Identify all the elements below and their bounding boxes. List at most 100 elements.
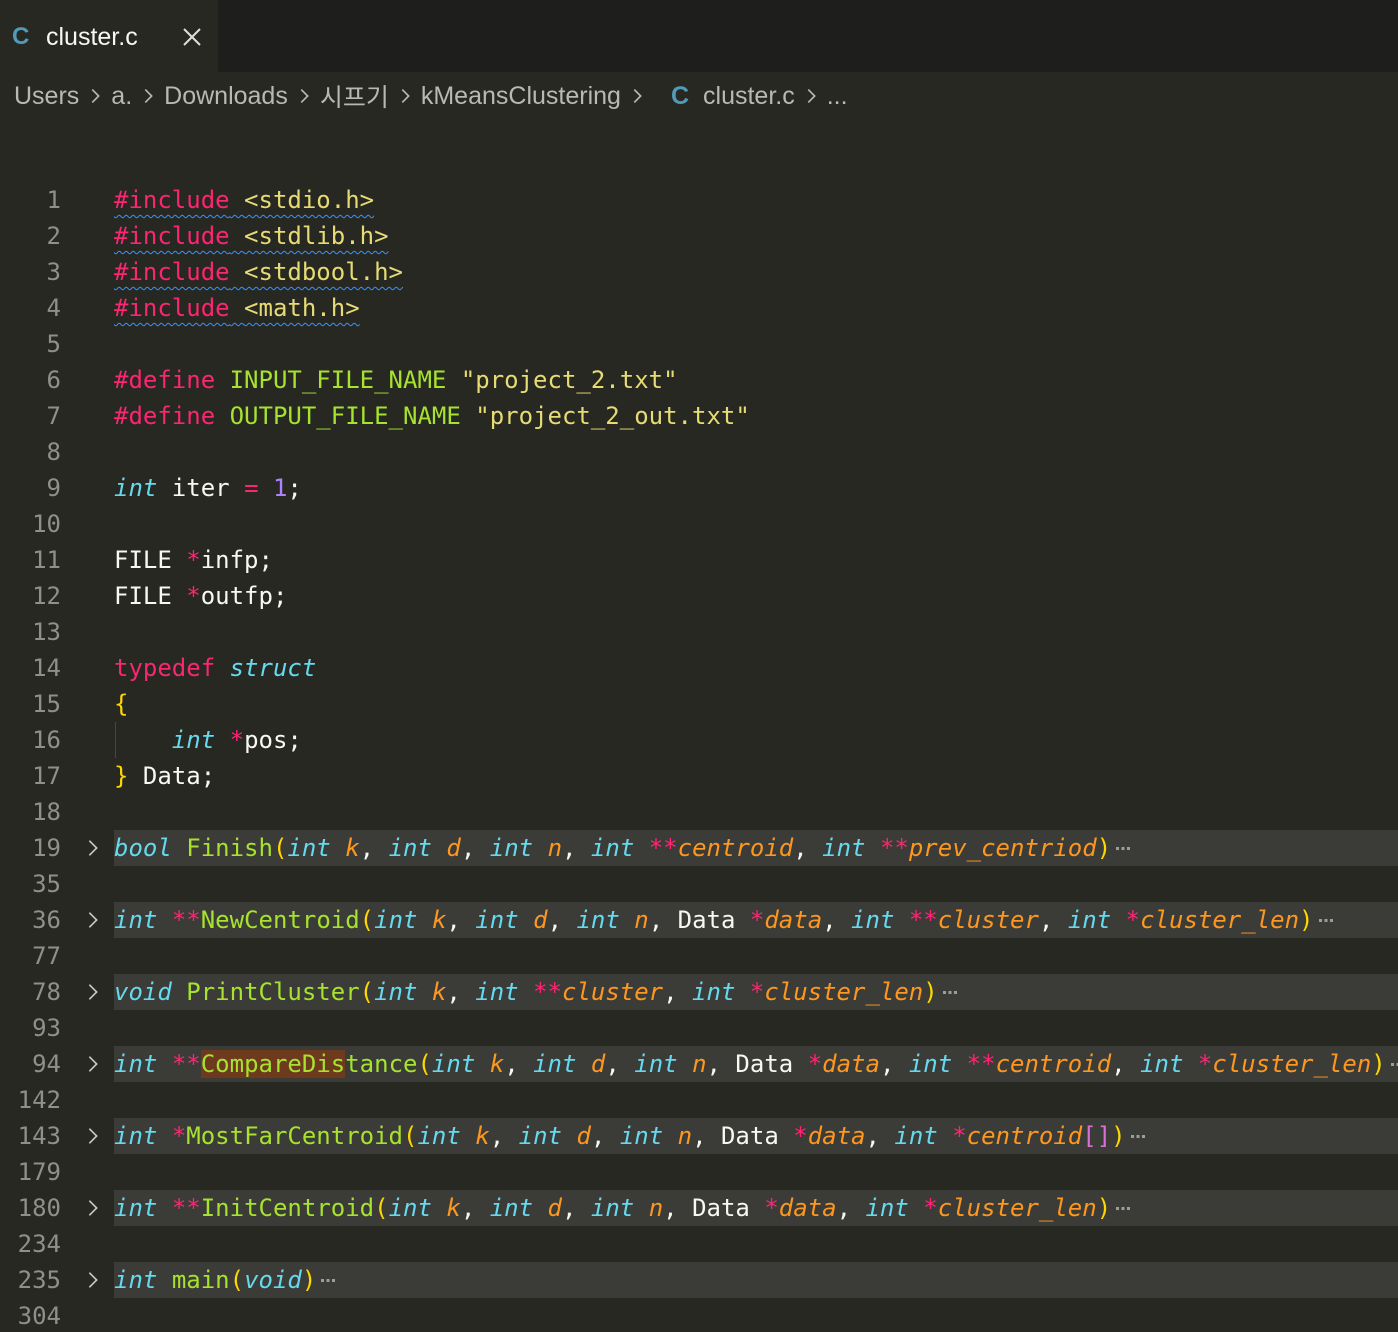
chevron-right-icon	[393, 85, 417, 107]
code-line[interactable]: 304	[0, 1298, 1398, 1332]
fold-chevron-icon[interactable]	[82, 1197, 104, 1219]
ellipsis-icon[interactable]	[1390, 1046, 1398, 1082]
code-text[interactable]	[114, 794, 1398, 830]
code-text[interactable]: #define OUTPUT_FILE_NAME "project_2_out.…	[114, 398, 1398, 434]
code-line[interactable]: 7 #define OUTPUT_FILE_NAME "project_2_out…	[0, 398, 1398, 434]
code-text[interactable]	[114, 1298, 1398, 1332]
code-line[interactable]: 10	[0, 506, 1398, 542]
line-number: 13	[32, 618, 61, 646]
code-text[interactable]: int iter = 1;	[114, 470, 1398, 506]
code-text[interactable]	[114, 506, 1398, 542]
folded-code-line[interactable]: 180 int **InitCentroid(int k, int d, int …	[0, 1190, 1398, 1226]
code-text[interactable]	[114, 1154, 1398, 1190]
chevron-right-icon	[292, 85, 316, 107]
code-line[interactable]: 1 #include <stdio.h>	[0, 182, 1398, 218]
line-number: 16	[32, 726, 61, 754]
code-line[interactable]: 18	[0, 794, 1398, 830]
code-text[interactable]	[114, 434, 1398, 470]
code-line[interactable]: 6 #define INPUT_FILE_NAME "project_2.txt"	[0, 362, 1398, 398]
code-text[interactable]: #include <stdlib.h>	[114, 218, 1398, 254]
breadcrumb-item-downloads[interactable]: Downloads	[164, 82, 288, 111]
code-text[interactable]: int *MostFarCentroid(int k, int d, int n…	[114, 1118, 1398, 1154]
line-number: 19	[32, 834, 61, 862]
code-text[interactable]: #define INPUT_FILE_NAME "project_2.txt"	[114, 362, 1398, 398]
line-number: 94	[32, 1050, 61, 1078]
breadcrumb-item-kmeansclustering[interactable]: kMeansClustering	[421, 82, 621, 111]
code-text[interactable]	[114, 1010, 1398, 1046]
breadcrumb-item-more[interactable]: ...	[827, 82, 848, 111]
code-line[interactable]: 16 int *pos;	[0, 722, 1398, 758]
ellipsis-icon[interactable]	[1130, 1118, 1146, 1154]
ellipsis-icon[interactable]	[942, 974, 958, 1010]
code-text[interactable]: #include <math.h>	[114, 290, 1398, 326]
line-number: 35	[32, 870, 61, 898]
breadcrumb-item-folder[interactable]: 시프기	[320, 78, 389, 114]
fold-chevron-icon[interactable]	[82, 909, 104, 931]
code-line[interactable]: 142	[0, 1082, 1398, 1118]
code-line[interactable]: 3 #include <stdbool.h>	[0, 254, 1398, 290]
folded-code-line[interactable]: 235 int main(void)	[0, 1262, 1398, 1298]
code-line[interactable]: 179	[0, 1154, 1398, 1190]
folded-code-line[interactable]: 36 int **NewCentroid(int k, int d, int n,…	[0, 902, 1398, 938]
ellipsis-icon[interactable]	[320, 1262, 336, 1298]
code-line[interactable]: 5	[0, 326, 1398, 362]
code-line[interactable]: 13	[0, 614, 1398, 650]
ellipsis-icon[interactable]	[1115, 830, 1131, 866]
code-line[interactable]: 11 FILE *infp;	[0, 542, 1398, 578]
fold-chevron-icon[interactable]	[82, 1125, 104, 1147]
code-text[interactable]: void PrintCluster(int k, int **cluster, …	[114, 974, 1398, 1010]
line-number: 14	[32, 654, 61, 682]
code-text[interactable]: typedef struct	[114, 650, 1398, 686]
code-text[interactable]	[114, 614, 1398, 650]
code-text[interactable]: int **CompareDistance(int k, int d, int …	[114, 1046, 1398, 1082]
fold-chevron-icon[interactable]	[82, 1053, 104, 1075]
code-text[interactable]: } Data;	[114, 758, 1398, 794]
code-text[interactable]: int main(void)	[114, 1262, 1398, 1298]
fold-chevron-icon[interactable]	[82, 981, 104, 1003]
folded-code-line[interactable]: 78 void PrintCluster(int k, int **cluster…	[0, 974, 1398, 1010]
code-line[interactable]: 4 #include <math.h>	[0, 290, 1398, 326]
code-text[interactable]: int *pos;	[114, 722, 1398, 758]
code-line[interactable]: 14 typedef struct	[0, 650, 1398, 686]
code-text[interactable]: #include <stdio.h>	[114, 182, 1398, 218]
code-line[interactable]: 77	[0, 938, 1398, 974]
code-line[interactable]: 9 int iter = 1;	[0, 470, 1398, 506]
code-line[interactable]: 93	[0, 1010, 1398, 1046]
code-text[interactable]: {	[114, 686, 1398, 722]
code-line[interactable]: 17} Data;	[0, 758, 1398, 794]
folded-code-line[interactable]: 19 bool Finish(int k, int d, int n, int *…	[0, 830, 1398, 866]
close-icon[interactable]	[179, 24, 205, 50]
breadcrumb-item-users[interactable]: Users	[14, 82, 79, 111]
code-line[interactable]: 35	[0, 866, 1398, 902]
fold-chevron-icon[interactable]	[82, 837, 104, 859]
tab-cluster-c[interactable]: C cluster.c	[0, 0, 218, 72]
code-editor[interactable]: 1 #include <stdio.h> 2 #include <stdlib.h> 3…	[0, 182, 1398, 1332]
code-line[interactable]: 8	[0, 434, 1398, 470]
code-text[interactable]	[114, 1082, 1398, 1118]
code-line[interactable]: 234	[0, 1226, 1398, 1262]
fold-chevron-icon[interactable]	[82, 1269, 104, 1291]
line-number: 15	[32, 690, 61, 718]
code-text[interactable]: int **NewCentroid(int k, int d, int n, D…	[114, 902, 1398, 938]
code-text[interactable]: FILE *infp;	[114, 542, 1398, 578]
code-line[interactable]: 2 #include <stdlib.h>	[0, 218, 1398, 254]
folded-code-line[interactable]: 143 int *MostFarCentroid(int k, int d, in…	[0, 1118, 1398, 1154]
chevron-right-icon	[625, 85, 649, 107]
code-text[interactable]: bool Finish(int k, int d, int n, int **c…	[114, 830, 1398, 866]
code-text[interactable]: FILE *outfp;	[114, 578, 1398, 614]
code-line[interactable]: 15 {	[0, 686, 1398, 722]
breadcrumb-item-a[interactable]: a.	[111, 82, 132, 111]
folded-code-line[interactable]: 94 int **CompareDistance(int k, int d, in…	[0, 1046, 1398, 1082]
code-text[interactable]	[114, 866, 1398, 902]
ellipsis-icon[interactable]	[1318, 902, 1334, 938]
code-line[interactable]: 12 FILE *outfp;	[0, 578, 1398, 614]
code-text[interactable]: int **InitCentroid(int k, int d, int n, …	[114, 1190, 1398, 1226]
code-text[interactable]	[114, 326, 1398, 362]
code-text[interactable]	[114, 1226, 1398, 1262]
breadcrumb-item-file[interactable]: cluster.c	[703, 82, 795, 111]
code-text[interactable]	[114, 938, 1398, 974]
code-text[interactable]: #include <stdbool.h>	[114, 254, 1398, 290]
line-number: 93	[32, 1014, 61, 1042]
line-number: 304	[17, 1302, 61, 1330]
ellipsis-icon[interactable]	[1115, 1190, 1131, 1226]
